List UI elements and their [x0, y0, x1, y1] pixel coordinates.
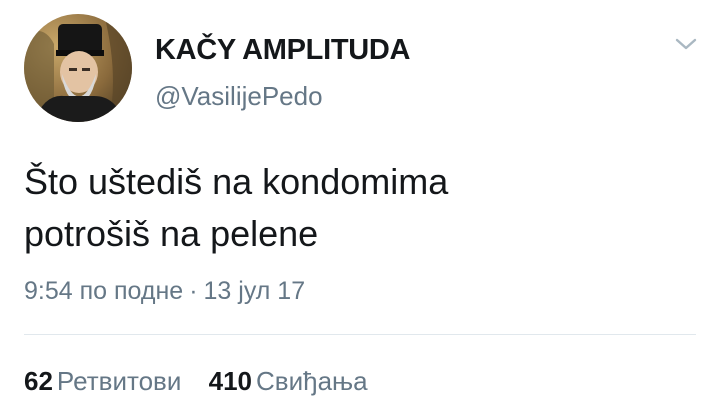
separator: · [189, 277, 198, 305]
likes-count: 410 [208, 366, 252, 396]
retweets-count: 62 [24, 366, 53, 396]
tweet-stats: 62 Ретвитови 410 Свиђања [24, 366, 388, 397]
retweets-label: Ретвитови [56, 366, 182, 396]
divider [24, 334, 696, 335]
tweet-card: KAČY AMPLITUDA @VasilijePedo Što uštediš… [0, 0, 720, 420]
tweet-text-line: Što uštediš na kondomima [24, 161, 449, 202]
profile-photo [24, 14, 132, 122]
retweets-stat[interactable]: 62 Ретвитови [24, 366, 181, 397]
likes-stat[interactable]: 410 Свиђања [209, 366, 368, 397]
user-handle[interactable]: @VasilijePedo [155, 81, 323, 112]
tweet-text: Što uštediš na kondomima potrošiš na pel… [24, 156, 684, 260]
chevron-down-icon[interactable] [672, 34, 700, 54]
avatar[interactable] [24, 14, 132, 122]
tweet-timestamp[interactable]: 9:54 по подне · 13 јул 17 [24, 277, 305, 306]
tweet-text-line: potrošiš na pelene [24, 213, 319, 254]
tweet-time: 9:54 по подне [24, 277, 184, 305]
likes-label: Свиђања [256, 366, 368, 396]
display-name[interactable]: KAČY AMPLITUDA [155, 34, 410, 67]
tweet-date: 13 јул 17 [203, 277, 306, 305]
